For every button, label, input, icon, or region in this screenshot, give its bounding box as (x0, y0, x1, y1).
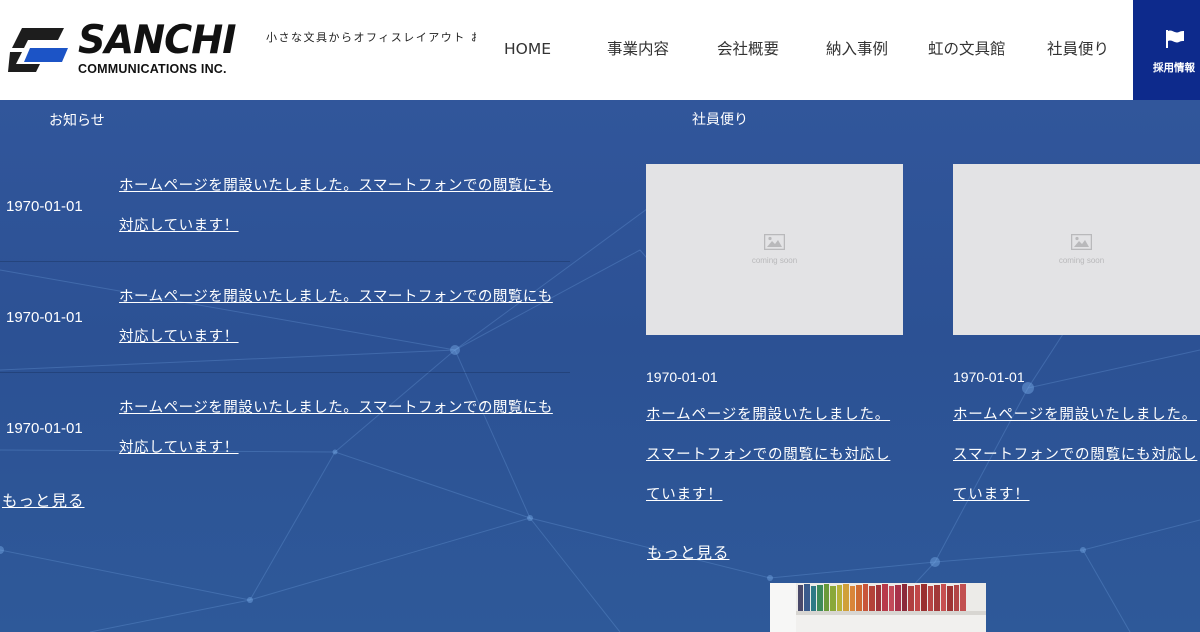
news-section-title: お知らせ (49, 113, 105, 129)
news-link[interactable]: ホームページを開設いたしました。スマートフォンでの閲覧にも対応しています！ (119, 277, 559, 357)
staff-card-link[interactable]: ホームページを開設いたしました。スマートフォンでの閲覧にも対応しています！ (646, 395, 904, 515)
logo-wordmark: SANCHI (78, 18, 236, 63)
staff-section-title: 社員便り (692, 112, 748, 128)
recruit-label: 採用情報 (1153, 62, 1195, 74)
news-divider (0, 372, 570, 373)
image-placeholder-icon (1071, 234, 1092, 250)
news-divider (0, 261, 570, 262)
site-logo[interactable]: SANCHI COMMUNICATIONS INC. (8, 20, 250, 78)
site-tagline: 小さな文具からオフィスレイアウト お客様のパートナーとして常にサポ (266, 31, 476, 44)
nav-home[interactable]: HOME (504, 38, 551, 60)
logo-subtitle: COMMUNICATIONS INC. (78, 62, 227, 76)
logo-mark-icon (8, 28, 68, 72)
coming-soon-text: coming soon (751, 256, 798, 265)
flag-icon (1166, 30, 1184, 48)
news-date: 1970-01-01 (6, 198, 83, 215)
image-placeholder-icon (764, 234, 785, 250)
news-more-link[interactable]: もっと見る (2, 489, 85, 511)
coming-soon-text: coming soon (1058, 256, 1105, 265)
site-header: SANCHI COMMUNICATIONS INC. 小さな文具からオフィスレイ… (0, 0, 1200, 100)
staff-card-link[interactable]: ホームページを開設いたしました。スマートフォンでの閲覧にも対応しています！ (953, 395, 1200, 515)
staff-card-image[interactable]: coming soon (953, 164, 1200, 335)
nav-staff-blog[interactable]: 社員便り (1047, 38, 1109, 60)
recruit-button[interactable]: 採用情報 (1133, 0, 1200, 100)
staff-card-date: 1970-01-01 (953, 369, 1025, 385)
staff-card-image[interactable]: coming soon (646, 164, 903, 335)
news-link[interactable]: ホームページを開設いたしました。スマートフォンでの閲覧にも対応しています！ (119, 166, 559, 246)
nav-services[interactable]: 事業内容 (607, 38, 669, 60)
news-link[interactable]: ホームページを開設いたしました。スマートフォンでの閲覧にも対応しています！ (119, 388, 559, 468)
nav-company[interactable]: 会社概要 (717, 38, 779, 60)
nav-cases[interactable]: 納入事例 (826, 38, 888, 60)
staff-more-link[interactable]: もっと見る (647, 541, 730, 563)
staff-card-date: 1970-01-01 (646, 369, 718, 385)
bookshelf-photo (770, 583, 986, 632)
news-date: 1970-01-01 (6, 309, 83, 326)
news-date: 1970-01-01 (6, 420, 83, 437)
nav-stationery-museum[interactable]: 虹の文具館 (928, 38, 1006, 60)
